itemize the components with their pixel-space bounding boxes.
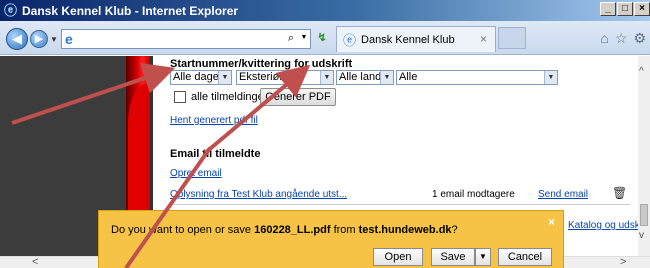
scroll-left-icon[interactable]: < bbox=[32, 256, 38, 268]
days-select[interactable]: Alle dager ▼ bbox=[170, 70, 232, 85]
catalog-link[interactable]: Katalog og udskri bbox=[568, 220, 645, 231]
country-select-value: Alle land bbox=[339, 71, 382, 83]
back-button[interactable]: ◀ bbox=[6, 28, 28, 50]
save-options-dropdown[interactable]: ▼ bbox=[475, 248, 491, 266]
country-select[interactable]: Alle land ▼ bbox=[336, 70, 394, 85]
all-registrations-label: alle tilmeldinger bbox=[191, 91, 268, 103]
email-row-link[interactable]: Oplysning fra Test Klub angående utst... bbox=[170, 189, 347, 200]
create-email-link[interactable]: Opret email bbox=[170, 168, 222, 179]
window-controls: _ □ × bbox=[599, 2, 650, 16]
history-dropdown-icon[interactable]: ▼ bbox=[50, 35, 58, 44]
window-title: Dansk Kennel Klub - Internet Explorer bbox=[22, 3, 239, 18]
download-message-prefix: Do you want to open or save bbox=[111, 224, 255, 236]
address-bar[interactable]: e bbox=[61, 29, 311, 49]
close-window-button[interactable]: × bbox=[634, 2, 650, 16]
days-select-value: Alle dager bbox=[173, 71, 223, 83]
email-heading: Email til tilmeldte bbox=[170, 148, 261, 160]
home-icon[interactable]: ⌂ bbox=[600, 30, 608, 47]
ie-logo-icon: ⓔ bbox=[4, 2, 18, 18]
scroll-thumb[interactable] bbox=[640, 204, 648, 226]
download-message-middle: from bbox=[330, 224, 359, 236]
cancel-button[interactable]: Cancel bbox=[498, 248, 552, 266]
generate-pdf-button[interactable]: Generer PDF bbox=[260, 88, 336, 106]
save-button[interactable]: Save bbox=[431, 248, 475, 266]
all-select[interactable]: Alle ▼ bbox=[396, 70, 558, 85]
window-titlebar: ⓔ Dansk Kennel Klub - Internet Explorer … bbox=[0, 0, 650, 21]
all-select-value: Alle bbox=[399, 71, 418, 83]
search-icon[interactable]: ⌕ bbox=[283, 29, 299, 49]
forward-arrow-icon: ▶ bbox=[34, 33, 44, 45]
startnummer-heading: Startnummer/kvittering for udskrift bbox=[170, 58, 353, 70]
scroll-up-icon[interactable]: ^ bbox=[639, 66, 644, 77]
navigation-bar: ◀ ▶ ▼ e ⌕ ▼ ↯ ⓔ Dansk Kennel Klub × ⌂ ☆ … bbox=[0, 21, 650, 55]
scroll-down-icon[interactable]: v bbox=[639, 230, 644, 241]
open-button[interactable]: Open bbox=[373, 248, 423, 266]
back-arrow-icon: ◀ bbox=[12, 31, 22, 46]
vertical-scrollbar[interactable]: ^ v bbox=[638, 56, 650, 256]
all-registrations-checkbox[interactable] bbox=[174, 91, 186, 103]
type-select[interactable]: Eksteriør ▼ bbox=[236, 70, 334, 85]
chevron-down-icon: ▼ bbox=[544, 71, 557, 84]
search-dropdown-icon[interactable]: ▼ bbox=[298, 29, 310, 49]
email-recipients-count: 1 email modtagere bbox=[432, 189, 515, 200]
chevron-down-icon: ▼ bbox=[218, 71, 231, 84]
chevron-down-icon: ▼ bbox=[320, 71, 333, 84]
close-notification-icon[interactable]: × bbox=[548, 215, 555, 229]
download-message: Do you want to open or save 160228_LL.pd… bbox=[111, 224, 458, 236]
browser-tab[interactable]: ⓔ Dansk Kennel Klub × bbox=[336, 26, 496, 52]
download-notification-bar: Do you want to open or save 160228_LL.pd… bbox=[98, 210, 564, 268]
tab-title: Dansk Kennel Klub bbox=[361, 33, 455, 46]
minimize-button[interactable]: _ bbox=[600, 2, 616, 16]
download-filename: 160228_LL.pdf bbox=[254, 224, 331, 236]
download-pdf-link[interactable]: Hent generert pdf fil bbox=[170, 115, 258, 126]
address-ie-icon: e bbox=[65, 31, 73, 47]
forward-button[interactable]: ▶ bbox=[30, 30, 48, 48]
type-select-value: Eksteriør bbox=[239, 71, 283, 83]
download-host: test.hundeweb.dk bbox=[358, 224, 452, 236]
toolbar-icons: ⌂ ☆ ⚙ bbox=[600, 30, 646, 47]
scroll-right-icon[interactable]: > bbox=[620, 256, 626, 268]
download-message-suffix: ? bbox=[451, 224, 458, 236]
favorites-star-icon[interactable]: ☆ bbox=[615, 30, 628, 47]
tab-ie-icon: ⓔ bbox=[343, 33, 357, 48]
tab-close-icon[interactable]: × bbox=[480, 32, 487, 46]
send-email-link[interactable]: Send email bbox=[538, 189, 588, 200]
new-tab-button[interactable] bbox=[498, 27, 526, 49]
chevron-down-icon: ▼ bbox=[380, 71, 393, 84]
trash-icon[interactable]: 🗑 bbox=[612, 186, 627, 200]
settings-gear-icon[interactable]: ⚙ bbox=[633, 30, 646, 47]
compatibility-view-icon[interactable]: ↯ bbox=[313, 29, 331, 49]
maximize-button[interactable]: □ bbox=[617, 2, 633, 16]
row-divider bbox=[170, 204, 630, 205]
